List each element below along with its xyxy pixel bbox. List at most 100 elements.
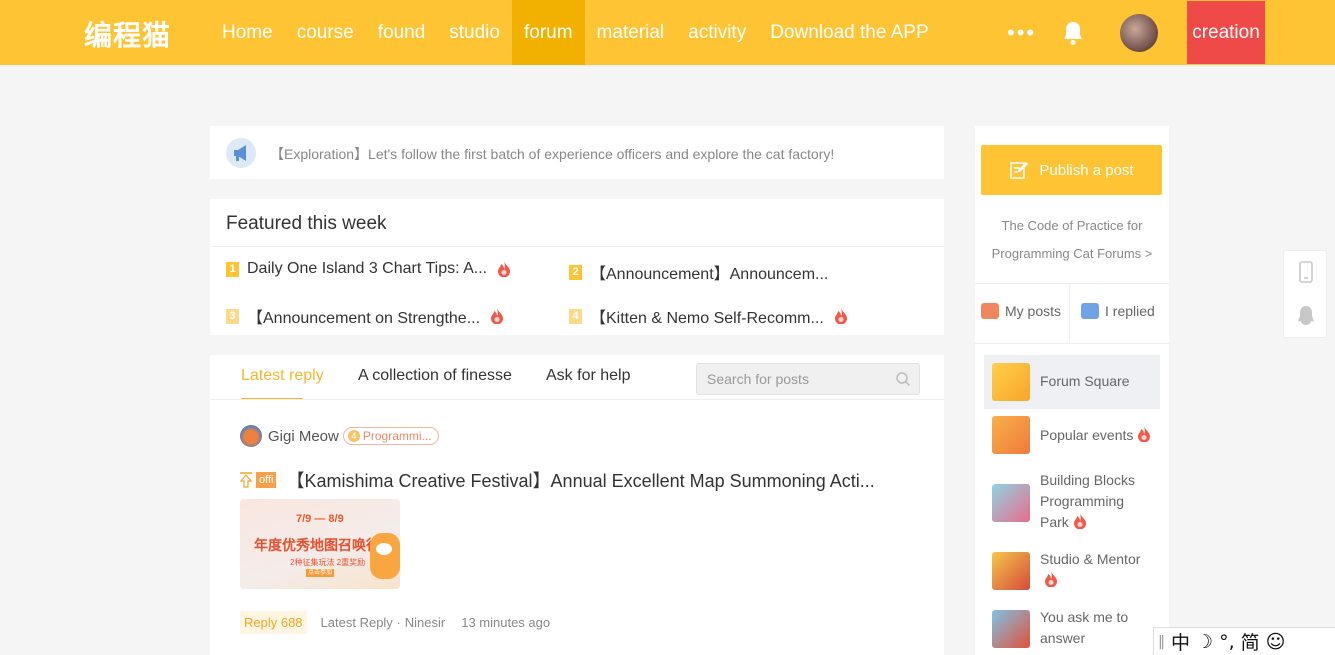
- section-label-text: Popular events: [1040, 427, 1134, 443]
- nav-material[interactable]: material: [585, 0, 677, 65]
- user-avatar[interactable]: [1120, 14, 1158, 52]
- post-search-box: [696, 363, 920, 395]
- rank-badge: 3: [226, 308, 239, 324]
- nav-found[interactable]: found: [366, 0, 438, 65]
- nav-studio[interactable]: studio: [437, 0, 512, 65]
- fire-icon: [498, 261, 511, 277]
- code-line: The Code of Practice for: [1001, 218, 1143, 233]
- post-author: Gigi Meow 4 Programmi...: [240, 425, 439, 447]
- fire-icon: [1045, 571, 1057, 587]
- nav-course[interactable]: course: [285, 0, 366, 65]
- site-logo[interactable]: 编程猫: [84, 14, 171, 54]
- bell-icon[interactable]: [1061, 20, 1085, 46]
- announcement-text[interactable]: 【Exploration】Let's follow the first batc…: [270, 144, 834, 164]
- edit-icon: [1010, 162, 1029, 179]
- section-label-text: Building Blocks Programming Park: [1040, 472, 1135, 530]
- featured-item-text[interactable]: 【Announcement】Announcem...: [590, 260, 828, 284]
- publish-post-button[interactable]: Publish a post: [981, 145, 1162, 195]
- fire-icon: [1138, 426, 1151, 442]
- post-cover-image[interactable]: 7/9 — 8/9 年度优秀地图召唤行动 2种征集玩法 2重奖励 点击参加: [240, 499, 400, 589]
- notebook-icon: [981, 303, 999, 319]
- section-label: Studio & Mentor: [1040, 549, 1140, 591]
- featured-item[interactable]: 1 Daily One Island 3 Chart Tips: A...: [226, 260, 511, 278]
- drag-handle[interactable]: ‖: [1158, 634, 1165, 650]
- nav-home[interactable]: Home: [210, 0, 285, 65]
- level-number: 4: [347, 430, 360, 442]
- main-nav: Home course found studio forum material …: [210, 0, 941, 65]
- post-title-row[interactable]: offi 【Kamishima Creative Festival】Annual…: [240, 467, 875, 493]
- section-label: You ask me to answer: [1040, 609, 1129, 646]
- search-input[interactable]: [697, 364, 877, 394]
- more-menu-icon[interactable]: •••: [1007, 20, 1036, 46]
- featured-title: Featured this week: [226, 213, 387, 234]
- nav-activity[interactable]: activity: [676, 0, 758, 65]
- i-replied-label: I replied: [1105, 303, 1155, 319]
- featured-item[interactable]: 2 【Announcement】Announcem...: [569, 260, 828, 284]
- divider: [1069, 283, 1070, 343]
- ime-punctuation-toggle[interactable]: °,: [1219, 631, 1235, 653]
- fire-icon: [834, 308, 847, 324]
- i-replied-link[interactable]: I replied: [1081, 303, 1155, 319]
- section-label: Forum Square: [1040, 373, 1130, 389]
- ime-toolbar: ‖ 中 ☽ °, 简 ☺: [1153, 627, 1335, 655]
- latest-reply-user[interactable]: Ninesir: [405, 615, 445, 630]
- post-meta: Reply 688 Latest Reply · Ninesir 13 minu…: [240, 611, 550, 634]
- forum-sidebar: Publish a post The Code of Practice for …: [975, 126, 1169, 655]
- creation-button[interactable]: creation: [1187, 1, 1265, 64]
- ime-simplified-toggle[interactable]: 简: [1241, 628, 1260, 655]
- ask-answer-icon: [992, 610, 1030, 648]
- qq-icon[interactable]: [1296, 305, 1316, 327]
- image-join-button: 点击参加: [306, 569, 334, 577]
- chat-bubble-icon: [1081, 303, 1099, 319]
- featured-this-week: Featured this week 1 Daily One Island 3 …: [210, 199, 944, 335]
- studio-mentor-icon: [992, 552, 1030, 590]
- featured-item[interactable]: 4 【Kitten & Nemo Self-Recomm...: [569, 304, 848, 328]
- pin-top-icon: [240, 472, 252, 488]
- ime-chinese-toggle[interactable]: 中: [1171, 628, 1190, 655]
- megaphone-icon: [226, 138, 256, 168]
- author-name[interactable]: Gigi Meow: [268, 428, 339, 445]
- featured-item-text[interactable]: Daily One Island 3 Chart Tips: A...: [247, 260, 487, 278]
- rank-badge: 1: [226, 261, 239, 277]
- featured-item-text[interactable]: 【Announcement on Strengthe...: [247, 304, 480, 328]
- my-posts-link[interactable]: My posts: [981, 303, 1061, 319]
- section-building-blocks[interactable]: Building Blocks Programming Park: [984, 470, 1160, 533]
- building-blocks-icon: [992, 484, 1030, 522]
- fire-icon: [1073, 513, 1086, 529]
- tab-ask-for-help[interactable]: Ask for help: [546, 367, 630, 385]
- top-navbar: 编程猫 Home course found studio forum mater…: [0, 0, 1335, 65]
- section-forum-square[interactable]: Forum Square: [984, 355, 1160, 409]
- section-label-text: Studio & Mentor: [1040, 551, 1141, 567]
- post-title[interactable]: 【Kamishima Creative Festival】Annual Exce…: [286, 467, 874, 493]
- post-time: 13 minutes ago: [461, 615, 551, 630]
- section-ask-answer[interactable]: You ask me to answer: [984, 607, 1160, 649]
- section-popular-events[interactable]: Popular events: [984, 416, 1160, 454]
- code-line: Programming Cat Forums >: [991, 246, 1153, 261]
- nav-download-app[interactable]: Download the APP: [758, 0, 940, 65]
- tab-latest-reply[interactable]: Latest reply: [241, 367, 324, 385]
- nav-forum[interactable]: forum: [511, 0, 585, 65]
- search-icon[interactable]: [895, 371, 911, 387]
- image-dates: 7/9 — 8/9: [296, 513, 344, 525]
- official-tag: offi: [256, 472, 277, 488]
- tab-finesse-collection[interactable]: A collection of finesse: [358, 367, 512, 385]
- rank-badge: 2: [569, 264, 582, 280]
- forum-square-icon: [992, 363, 1030, 401]
- badge-label: Programmi...: [362, 429, 432, 443]
- ime-moon-icon[interactable]: ☽: [1196, 631, 1213, 653]
- section-label: Building Blocks Programming Park: [1040, 470, 1152, 533]
- author-level-badge: 4 Programmi...: [342, 427, 439, 445]
- post-list-panel: Latest reply A collection of finesse Ask…: [210, 355, 944, 655]
- announcement-bar[interactable]: 【Exploration】Let's follow the first batc…: [210, 126, 944, 179]
- section-studio-mentor[interactable]: Studio & Mentor: [984, 549, 1160, 591]
- featured-item[interactable]: 3 【Announcement on Strengthe...: [226, 304, 504, 328]
- author-avatar[interactable]: [240, 425, 262, 447]
- rank-badge: 4: [569, 308, 582, 324]
- latest-reply-label: Latest Reply ·: [320, 615, 401, 630]
- code-of-practice-link[interactable]: The Code of Practice for Programming Cat…: [975, 212, 1169, 268]
- section-label: Popular events: [1040, 425, 1151, 446]
- mobile-phone-icon[interactable]: [1296, 261, 1316, 283]
- featured-item-text[interactable]: 【Kitten & Nemo Self-Recomm...: [590, 304, 824, 328]
- cat-mascot-icon: [370, 533, 400, 579]
- ime-emoji-icon[interactable]: ☺: [1266, 631, 1286, 653]
